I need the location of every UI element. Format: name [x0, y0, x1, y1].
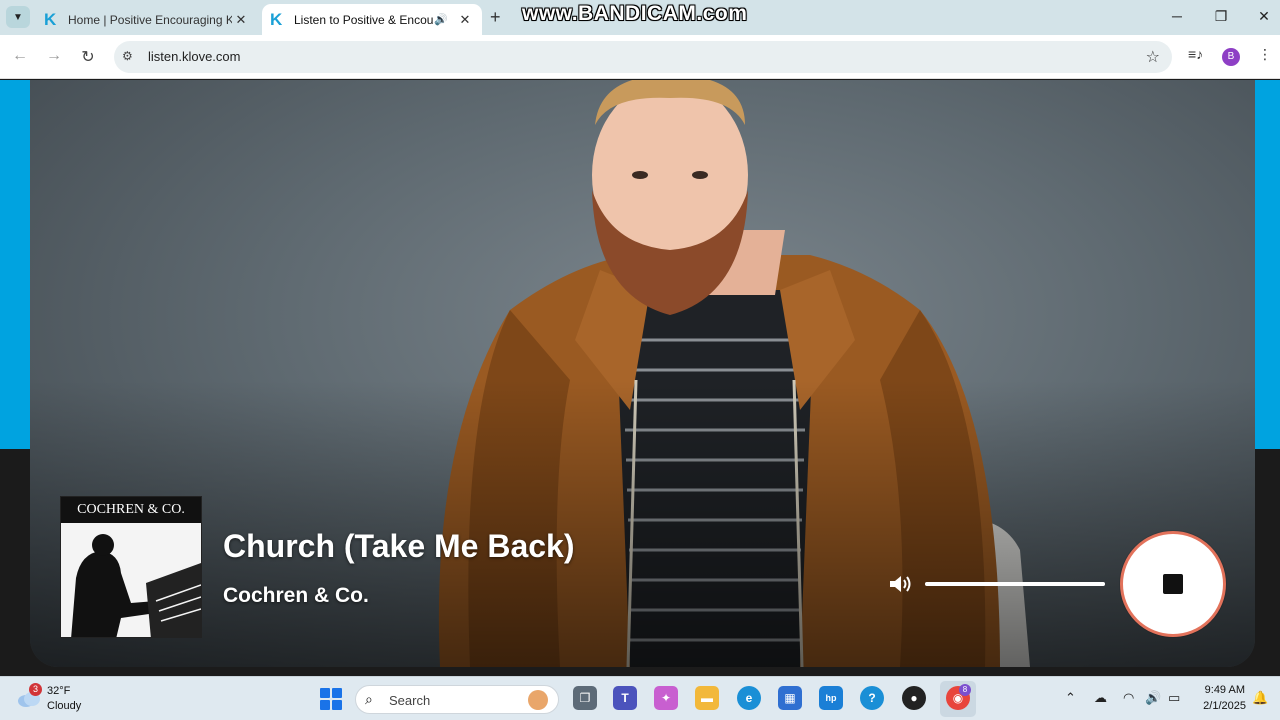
- onedrive-icon[interactable]: ☁: [1094, 690, 1107, 706]
- restore-icon[interactable]: ❐: [1211, 8, 1231, 25]
- clock-date[interactable]: 2/1/2025: [1196, 700, 1246, 712]
- weather-temperature[interactable]: 32°F: [47, 685, 70, 697]
- reload-icon[interactable]: ↻: [78, 47, 98, 67]
- start-logo-pane: [332, 688, 342, 698]
- battery-icon[interactable]: ▭: [1168, 690, 1180, 706]
- album-art: COCHREN & CO.: [60, 496, 202, 638]
- tab-search-button[interactable]: ▼: [6, 6, 30, 28]
- file-explorer-icon[interactable]: ▬: [695, 686, 719, 710]
- bandicam-record-icon[interactable]: ●: [902, 686, 926, 710]
- address-bar[interactable]: ⚙ listen.klove.com ☆: [114, 41, 1172, 73]
- microsoft-store-icon[interactable]: ▦: [778, 686, 802, 710]
- close-tab-icon[interactable]: ✕: [456, 12, 474, 28]
- url-text: listen.klove.com: [148, 49, 241, 64]
- weather-alert-badge: 3: [29, 683, 42, 696]
- klove-favicon-icon: K: [270, 9, 283, 29]
- volume-slider[interactable]: [925, 582, 1105, 586]
- taskbar-search[interactable]: ⌕ Search: [355, 685, 559, 714]
- weather-condition[interactable]: Cloudy: [47, 700, 81, 712]
- site-info-icon[interactable]: ⚙: [122, 49, 133, 63]
- clock-time[interactable]: 9:49 AM: [1203, 684, 1245, 696]
- chrome-profile-badge: 8: [959, 684, 971, 696]
- minimize-icon[interactable]: ─: [1167, 8, 1187, 24]
- klove-favicon-icon: K: [44, 9, 57, 29]
- profile-avatar[interactable]: B: [1222, 48, 1240, 66]
- media-control-icon[interactable]: ≡♪: [1188, 46, 1203, 62]
- pianist-silhouette: [61, 523, 201, 637]
- bookmark-star-icon[interactable]: ☆: [1146, 47, 1160, 67]
- bottom-gradient: [30, 380, 1255, 667]
- bandicam-watermark: www.BANDICAM.com: [522, 2, 748, 25]
- volume-icon[interactable]: [888, 573, 914, 595]
- now-playing-card: COCHREN & CO. Church (Take Me Back) Coch…: [30, 80, 1255, 667]
- wifi-icon[interactable]: ◠: [1123, 690, 1134, 706]
- song-artist: Cochren & Co.: [223, 584, 369, 607]
- notifications-bell-icon[interactable]: 🔔: [1252, 690, 1268, 706]
- stop-icon: [1163, 574, 1183, 594]
- search-label: Search: [389, 693, 431, 708]
- tab-strip: ▼ K Home | Positive Encouraging K ✕ K Li…: [0, 0, 1280, 35]
- more-menu-icon[interactable]: ⋮: [1258, 46, 1272, 63]
- copilot-icon[interactable]: ✦: [654, 686, 678, 710]
- speaker-icon[interactable]: 🔊: [1145, 690, 1161, 706]
- start-logo-pane: [320, 700, 330, 710]
- page-content: COCHREN & CO. Church (Take Me Back) Coch…: [0, 80, 1280, 676]
- start-logo-pane: [320, 688, 330, 698]
- tab-title: Home | Positive Encouraging K: [68, 12, 232, 27]
- browser-toolbar: ← → ↻ ⚙ listen.klove.com ☆ ≡♪ ⋮: [0, 35, 1280, 79]
- album-band-name: COCHREN & CO.: [61, 497, 201, 523]
- search-highlight-icon: [528, 690, 548, 710]
- start-logo-pane: [332, 700, 342, 710]
- close-window-icon[interactable]: ✕: [1254, 8, 1274, 25]
- tab-home[interactable]: K Home | Positive Encouraging K ✕: [36, 4, 258, 35]
- hp-app-icon[interactable]: hp: [819, 686, 843, 710]
- close-tab-icon[interactable]: ✕: [232, 12, 250, 28]
- tab-listen[interactable]: K Listen to Positive & Encoura 🔊 ✕: [262, 4, 482, 35]
- new-tab-button[interactable]: +: [490, 7, 501, 28]
- show-hidden-icons-chevron[interactable]: ⌃: [1065, 690, 1076, 706]
- forward-icon[interactable]: →: [44, 47, 64, 65]
- task-view-icon[interactable]: ❐: [573, 686, 597, 710]
- tab-title: Listen to Positive & Encoura: [294, 12, 434, 27]
- teams-icon[interactable]: T: [613, 686, 637, 710]
- windows-taskbar: 3 32°F Cloudy ⌕ Search ❐ T ✦ ▬ e ▦ hp ? …: [0, 676, 1280, 720]
- edge-icon[interactable]: e: [737, 686, 761, 710]
- back-icon[interactable]: ←: [10, 47, 30, 65]
- volume-slider-fill: [925, 582, 1105, 586]
- stop-button[interactable]: [1120, 531, 1226, 637]
- start-button[interactable]: [320, 688, 342, 710]
- help-icon[interactable]: ?: [860, 686, 884, 710]
- song-title: Church (Take Me Back): [223, 528, 575, 564]
- search-icon: ⌕: [365, 691, 373, 707]
- audio-playing-icon[interactable]: 🔊: [434, 13, 450, 26]
